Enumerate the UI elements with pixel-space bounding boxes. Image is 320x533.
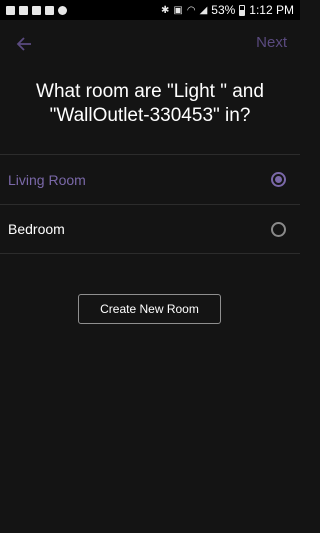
nfc-icon: ▣ bbox=[173, 4, 183, 16]
clock: 1:12 PM bbox=[249, 3, 294, 17]
status-system: ✱ ▣ ◠ ◢ 53% 1:12 PM bbox=[161, 3, 294, 17]
create-new-room-button[interactable]: Create New Room bbox=[78, 294, 221, 324]
back-button[interactable] bbox=[10, 30, 38, 58]
radio-selected-icon[interactable] bbox=[271, 172, 286, 187]
room-option-bedroom[interactable]: Bedroom bbox=[0, 204, 300, 254]
next-button[interactable]: Next bbox=[256, 34, 287, 51]
room-label: Bedroom bbox=[8, 221, 65, 237]
room-list: Living Room Bedroom bbox=[0, 154, 300, 254]
cloud-icon bbox=[58, 5, 67, 15]
status-bar: ✱ ▣ ◠ ◢ 53% 1:12 PM bbox=[0, 0, 300, 20]
radio-unselected-icon[interactable] bbox=[271, 221, 286, 237]
arrow-left-icon bbox=[16, 37, 31, 51]
top-nav: Next bbox=[0, 20, 300, 68]
notification-f-icon bbox=[6, 5, 15, 15]
room-label: Living Room bbox=[8, 171, 86, 188]
room-option-living-room[interactable]: Living Room bbox=[0, 154, 300, 204]
battery-percent: 53% bbox=[211, 3, 236, 17]
battery-icon bbox=[239, 4, 246, 16]
notification-f-icon bbox=[32, 5, 41, 15]
document-icon bbox=[45, 5, 54, 15]
notification-f-icon bbox=[19, 5, 28, 15]
status-notifications bbox=[6, 5, 67, 15]
page-title: What room are "Light " and "WallOutlet-3… bbox=[36, 81, 264, 126]
wifi-icon: ◠ bbox=[186, 4, 196, 16]
signal-icon: ◢ bbox=[199, 4, 208, 16]
bluetooth-icon: ✱ bbox=[160, 4, 170, 16]
